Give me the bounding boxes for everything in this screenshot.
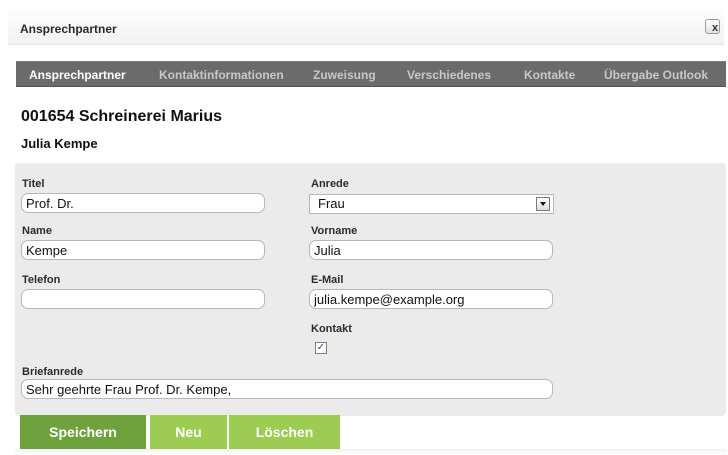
first-name-input[interactable] <box>309 240 553 260</box>
checkmark-icon: ✓ <box>316 342 326 353</box>
tab-ansprechpartner[interactable]: Ansprechpartner <box>29 62 126 88</box>
salutation-select[interactable]: Frau <box>309 194 554 214</box>
name-label: Name <box>22 225 52 237</box>
record-title: 001654 Schreinerei Marius <box>21 108 223 125</box>
tab-kontaktinformationen[interactable]: Kontaktinformationen <box>159 62 284 88</box>
phone-label: Telefon <box>22 274 61 286</box>
dialog-title: Ansprechpartner <box>20 22 117 36</box>
contact-dialog: Ansprechpartner x Ansprechpartner Kontak… <box>0 0 728 455</box>
salutation-selected-value: Frau <box>318 196 345 211</box>
first-name-label: Vorname <box>311 225 358 237</box>
phone-input[interactable] <box>21 289 265 309</box>
email-input[interactable] <box>309 289 553 309</box>
title-input[interactable] <box>21 193 265 213</box>
name-input[interactable] <box>21 240 265 260</box>
contact-person-name: Julia Kempe <box>21 136 98 151</box>
title-label: Titel <box>22 178 45 190</box>
close-button[interactable]: x <box>705 19 720 34</box>
tab-uebergabe-outlook[interactable]: Übergabe Outlook <box>604 62 708 88</box>
new-button[interactable]: Neu <box>150 415 227 449</box>
tab-zuweisung[interactable]: Zuweisung <box>313 62 376 88</box>
email-label: E-Mail <box>311 274 344 286</box>
letter-salutation-label: Briefanrede <box>22 366 84 378</box>
close-icon: x <box>712 22 719 34</box>
save-button[interactable]: Speichern <box>20 415 146 449</box>
delete-button[interactable]: Löschen <box>229 415 340 449</box>
form-bottom-edge <box>15 449 726 455</box>
salutation-label: Anrede <box>311 178 349 190</box>
chevron-down-icon[interactable] <box>536 197 550 211</box>
letter-salutation-input[interactable] <box>21 379 553 399</box>
tab-kontakte[interactable]: Kontakte <box>524 62 575 88</box>
tab-verschiedenes[interactable]: Verschiedenes <box>407 62 491 88</box>
tab-bar: Ansprechpartner Kontaktinformationen Zuw… <box>16 61 726 87</box>
contact-checkbox[interactable]: ✓ <box>315 342 327 354</box>
contact-label: Kontakt <box>311 323 352 335</box>
